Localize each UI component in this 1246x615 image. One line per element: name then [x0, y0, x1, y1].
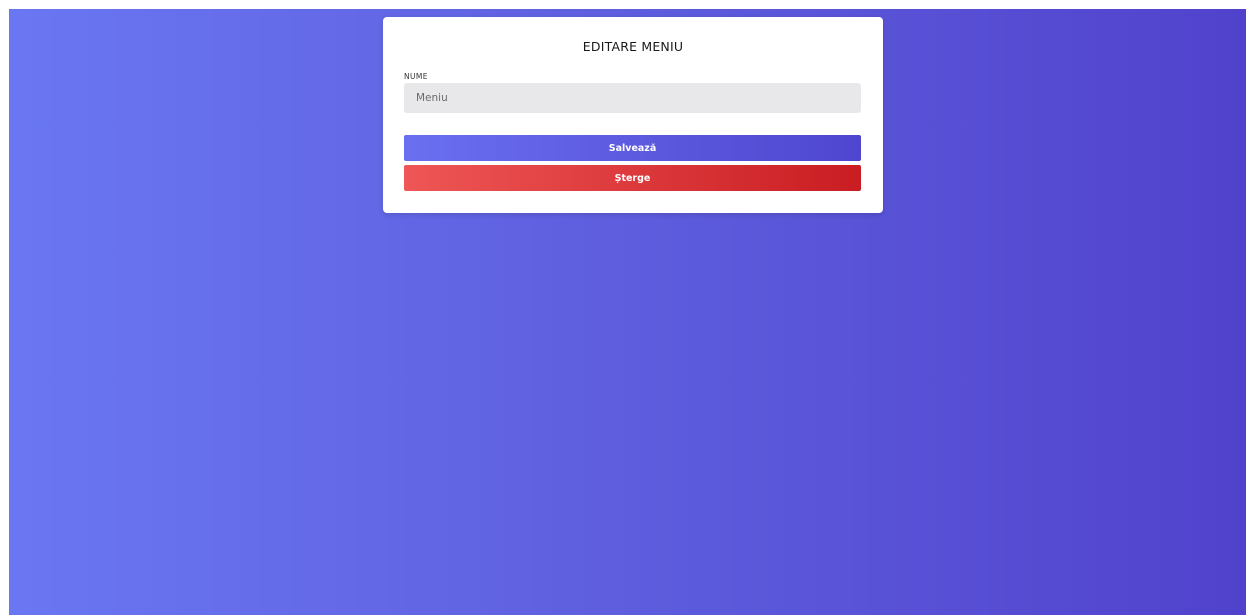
- delete-button[interactable]: Șterge: [404, 165, 861, 191]
- save-button[interactable]: Salvează: [404, 135, 861, 161]
- name-field-label: NUME: [404, 72, 428, 81]
- name-input[interactable]: [404, 83, 861, 113]
- edit-menu-card: EDITARE MENIU NUME Salvează Șterge: [383, 17, 883, 213]
- page-background: EDITARE MENIU NUME Salvează Șterge: [9, 9, 1246, 615]
- form-title: EDITARE MENIU: [582, 39, 684, 54]
